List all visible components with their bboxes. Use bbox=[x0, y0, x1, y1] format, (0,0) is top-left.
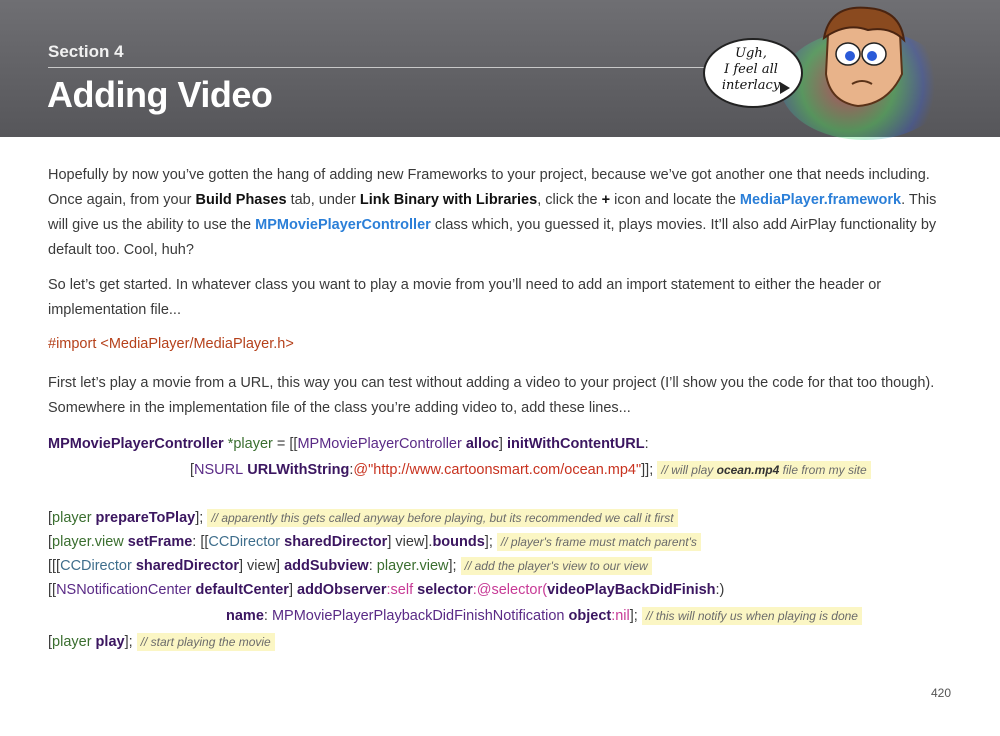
code-line-8: [player play]; // start playing the movi… bbox=[48, 632, 275, 652]
section-header: Section 4 Adding Video Ugh, I feel all i… bbox=[0, 0, 1000, 140]
code-comment: // start playing the movie bbox=[136, 633, 275, 651]
mediaplayer-framework-link[interactable]: MediaPlayer.framework bbox=[740, 192, 901, 208]
page-number: 420 bbox=[931, 686, 952, 700]
bubble-line: Ugh, bbox=[735, 46, 767, 61]
code-line-2: [NSURL URLWithString:@"http://www.cartoo… bbox=[190, 460, 871, 480]
text-run: icon and locate the bbox=[610, 192, 740, 208]
build-phases-term: Build Phases bbox=[195, 192, 287, 208]
code-comment: // add the player's view to our view bbox=[460, 557, 652, 575]
code-line-7: name: MPMoviePlayerPlaybackDidFinishNoti… bbox=[226, 606, 862, 626]
code-comment: // apparently this gets called anyway be… bbox=[207, 509, 678, 527]
bubble-line: interlacy bbox=[721, 78, 781, 93]
plus-term: + bbox=[601, 192, 611, 208]
page-title: Adding Video bbox=[47, 74, 273, 115]
text-run: , click the bbox=[537, 192, 602, 208]
code-line-1: MPMoviePlayerController *player = [[MPMo… bbox=[48, 436, 649, 452]
intro-paragraph: Hopefully by now you’ve gotten the hang … bbox=[48, 163, 948, 263]
code-line-3: [player prepareToPlay]; // apparently th… bbox=[48, 508, 678, 528]
url-paragraph: First let’s play a movie from a URL, thi… bbox=[48, 375, 935, 416]
code-comment: // player's frame must match parent's bbox=[496, 533, 701, 551]
section-label: Section 4 bbox=[48, 42, 124, 61]
bubble-line: I feel all bbox=[724, 62, 778, 77]
import-statement: #import <MediaPlayer/MediaPlayer.h> bbox=[48, 336, 294, 352]
speech-bubble-text: Ugh, I feel all interlacy bbox=[703, 46, 799, 94]
get-started-paragraph: So let’s get started. In whatever class … bbox=[48, 277, 882, 318]
code-comment: // will play ocean.mp4 file from my site bbox=[657, 461, 871, 479]
mpmovieplayercontroller-link[interactable]: MPMoviePlayerController bbox=[255, 217, 431, 233]
code-line-6: [[NSNotificationCenter defaultCenter] ad… bbox=[48, 582, 725, 598]
code-line-5: [[[CCDirector sharedDirector] view] addS… bbox=[48, 556, 652, 576]
import-path: <MediaPlayer/MediaPlayer.h> bbox=[96, 336, 294, 352]
import-keyword: #import bbox=[48, 336, 97, 352]
text-run: tab, under bbox=[286, 192, 360, 208]
cartoon-character-illustration bbox=[822, 6, 906, 108]
header-divider bbox=[48, 67, 728, 68]
code-line-4: [player.view setFrame: [[CCDirector shar… bbox=[48, 532, 701, 552]
code-comment: // this will notify us when playing is d… bbox=[641, 607, 862, 625]
link-binary-term: Link Binary with Libraries bbox=[359, 192, 538, 208]
